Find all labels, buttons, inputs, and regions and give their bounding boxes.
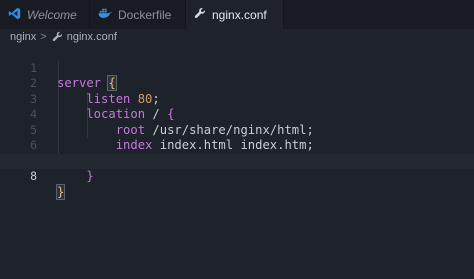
tab-dockerfile[interactable]: Dockerfile (90, 0, 186, 29)
tab-nginx-conf[interactable]: nginx.conf (186, 0, 284, 29)
line-number: 8 (30, 169, 37, 183)
tab-label: nginx.conf (212, 7, 267, 22)
code-line: 2 listen 80; (0, 61, 474, 106)
code-text: } (57, 169, 94, 185)
breadcrumb-file[interactable]: nginx.conf (67, 31, 117, 43)
code-line: 5 index index.html index.htm; (0, 107, 474, 153)
tab-welcome[interactable]: Welcome (0, 0, 90, 29)
code-line: 1 server { (0, 45, 474, 91)
code-text: } (55, 183, 66, 201)
breadcrumb: nginx > nginx.conf (0, 29, 474, 45)
code-token: } (55, 183, 66, 200)
code-token: } (86, 169, 94, 183)
code-editor[interactable]: 1 server { 2 listen 80; 3 location / { 4… (0, 45, 474, 279)
wrench-icon (52, 31, 63, 44)
tab-bar: Welcome Dockerfile nginx.conf (0, 0, 474, 29)
vscode-logo-icon (8, 7, 21, 23)
tab-label: Welcome (27, 7, 77, 22)
code-line: 4 root /usr/share/nginx/html; (0, 92, 474, 137)
code-line: 6 try_files $uri $uri/ /index.html =404; (0, 123, 474, 168)
wrench-icon (194, 7, 206, 22)
tab-bar-empty-area (284, 0, 474, 29)
breadcrumb-folder[interactable]: nginx (10, 31, 36, 43)
code-line: 3 location / { (0, 76, 474, 122)
code-line: 7 } (0, 138, 474, 184)
tab-label: Dockerfile (118, 7, 172, 22)
code-line-current: 8 } (0, 153, 474, 200)
breadcrumb-separator: > (40, 31, 47, 43)
docker-whale-icon (98, 7, 112, 22)
